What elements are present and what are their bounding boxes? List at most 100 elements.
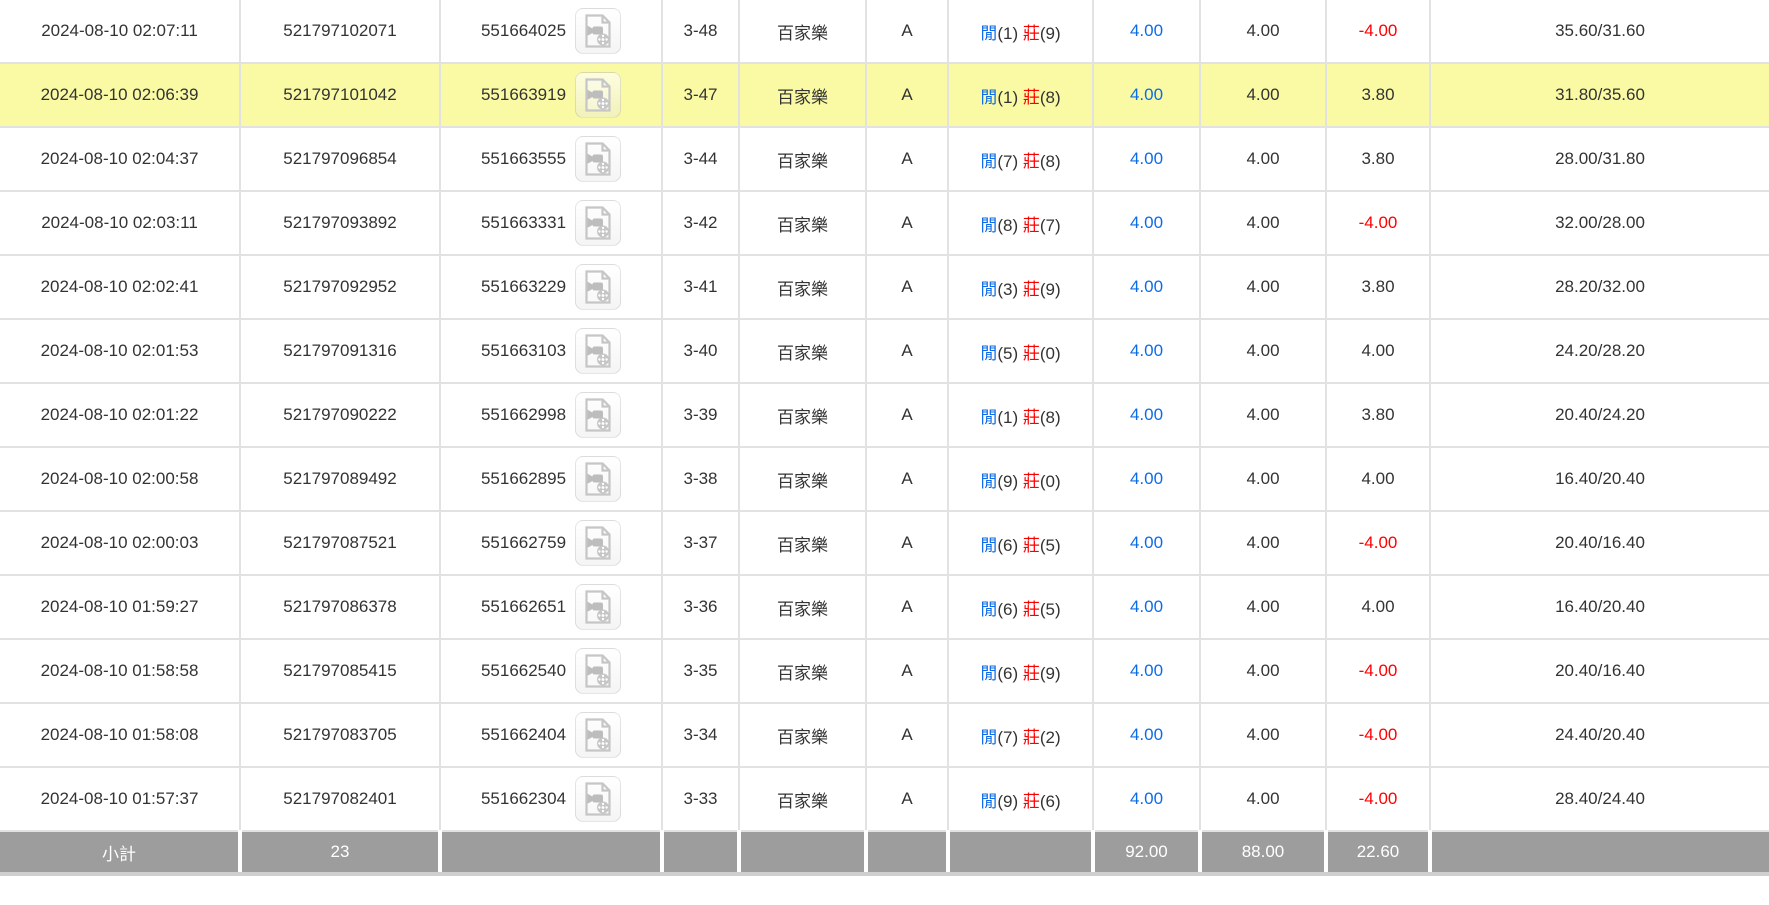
video-file-icon [583, 718, 613, 752]
bet-amount-cell: 4.00 [1093, 0, 1200, 63]
valid-bet-cell: 4.00 [1200, 447, 1326, 511]
result-cell: 閒(7) 莊(8) [948, 127, 1093, 191]
result-cell: 閒(1) 莊(8) [948, 383, 1093, 447]
round-number-cell: 3-48 [662, 0, 739, 63]
banker-result: 莊(9) [1023, 24, 1061, 43]
result-cell: 閒(3) 莊(9) [948, 255, 1093, 319]
video-replay-button[interactable] [575, 584, 621, 630]
game-id-value: 551662895 [481, 469, 566, 489]
bet-id-cell: 521797089492 [240, 447, 440, 511]
banker-result: 莊(6) [1023, 792, 1061, 811]
game-id-cell: 551662998 [440, 383, 662, 447]
round-number-cell: 3-41 [662, 255, 739, 319]
video-replay-button[interactable] [575, 712, 621, 758]
video-file-icon [583, 78, 613, 112]
bet-amount-link[interactable]: 4.00 [1130, 21, 1163, 40]
video-file-icon [583, 334, 613, 368]
player-result: 閒(5) [980, 344, 1018, 363]
game-type-cell: 百家樂 [739, 639, 866, 703]
video-replay-button[interactable] [575, 8, 621, 54]
player-result: 閒(6) [980, 600, 1018, 619]
bet-time-cell: 2024-08-10 02:07:11 [0, 0, 240, 63]
table-row: 2024-08-10 01:58:08 521797083705 5516624… [0, 703, 1769, 767]
video-replay-button[interactable] [575, 520, 621, 566]
round-number-cell: 3-34 [662, 703, 739, 767]
bet-time-cell: 2024-08-10 02:00:58 [0, 447, 240, 511]
table-row: 2024-08-10 02:01:22 521797090222 5516629… [0, 383, 1769, 447]
bet-id-cell: 521797082401 [240, 767, 440, 831]
banker-result: 莊(0) [1023, 472, 1061, 491]
video-replay-button[interactable] [575, 200, 621, 246]
bet-amount-link[interactable]: 4.00 [1130, 533, 1163, 552]
bet-amount-link[interactable]: 4.00 [1130, 405, 1163, 424]
bet-amount-link[interactable]: 4.00 [1130, 597, 1163, 616]
video-replay-button[interactable] [575, 776, 621, 822]
win-loss-cell: -4.00 [1326, 767, 1430, 831]
table-code-cell: A [866, 639, 948, 703]
bet-amount-cell: 4.00 [1093, 383, 1200, 447]
table-code-cell: A [866, 767, 948, 831]
balance-cell: 28.00/31.80 [1430, 127, 1769, 191]
win-loss-cell: 4.00 [1326, 319, 1430, 383]
win-loss-cell: 3.80 [1326, 383, 1430, 447]
balance-cell: 20.40/16.40 [1430, 639, 1769, 703]
win-loss-cell: 3.80 [1326, 127, 1430, 191]
game-id-value: 551663555 [481, 149, 566, 169]
video-replay-button[interactable] [575, 328, 621, 374]
game-type-cell: 百家樂 [739, 191, 866, 255]
video-replay-button[interactable] [575, 136, 621, 182]
bet-amount-link[interactable]: 4.00 [1130, 661, 1163, 680]
bet-amount-link[interactable]: 4.00 [1130, 341, 1163, 360]
bet-amount-cell: 4.00 [1093, 447, 1200, 511]
result-cell: 閒(6) 莊(5) [948, 575, 1093, 639]
bet-amount-cell: 4.00 [1093, 767, 1200, 831]
game-id-cell: 551663103 [440, 319, 662, 383]
game-type-cell: 百家樂 [739, 127, 866, 191]
bet-amount-link[interactable]: 4.00 [1130, 725, 1163, 744]
game-type-cell: 百家樂 [739, 383, 866, 447]
video-replay-button[interactable] [575, 392, 621, 438]
game-id-cell: 551663229 [440, 255, 662, 319]
result-cell: 閒(5) 莊(0) [948, 319, 1093, 383]
result-cell: 閒(6) 莊(9) [948, 639, 1093, 703]
banker-result: 莊(2) [1023, 728, 1061, 747]
bet-id-cell: 521797093892 [240, 191, 440, 255]
bet-amount-link[interactable]: 4.00 [1130, 789, 1163, 808]
valid-bet-cell: 4.00 [1200, 255, 1326, 319]
subtotal-empty-cell [1430, 831, 1769, 872]
bet-amount-cell: 4.00 [1093, 639, 1200, 703]
bet-id-cell: 521797092952 [240, 255, 440, 319]
bet-amount-link[interactable]: 4.00 [1130, 85, 1163, 104]
win-loss-cell: -4.00 [1326, 0, 1430, 63]
bet-amount-link[interactable]: 4.00 [1130, 277, 1163, 296]
game-id-value: 551662759 [481, 533, 566, 553]
valid-bet-cell: 4.00 [1200, 511, 1326, 575]
table-code-cell: A [866, 127, 948, 191]
bet-id-cell: 521797083705 [240, 703, 440, 767]
bet-amount-link[interactable]: 4.00 [1130, 149, 1163, 168]
round-number-cell: 3-39 [662, 383, 739, 447]
bet-amount-link[interactable]: 4.00 [1130, 469, 1163, 488]
video-replay-button[interactable] [575, 264, 621, 310]
game-type-cell: 百家樂 [739, 255, 866, 319]
valid-bet-cell: 4.00 [1200, 703, 1326, 767]
subtotal-empty-cell [948, 831, 1093, 872]
balance-cell: 24.40/20.40 [1430, 703, 1769, 767]
result-cell: 閒(7) 莊(2) [948, 703, 1093, 767]
result-cell: 閒(1) 莊(8) [948, 63, 1093, 127]
round-number-cell: 3-40 [662, 319, 739, 383]
game-id-cell: 551662404 [440, 703, 662, 767]
game-type-cell: 百家樂 [739, 447, 866, 511]
player-result: 閒(9) [980, 792, 1018, 811]
bet-amount-link[interactable]: 4.00 [1130, 213, 1163, 232]
game-id-value: 551662540 [481, 661, 566, 681]
table-code-cell: A [866, 447, 948, 511]
video-replay-button[interactable] [575, 72, 621, 118]
game-id-cell: 551662304 [440, 767, 662, 831]
game-id-cell: 551663555 [440, 127, 662, 191]
balance-cell: 32.00/28.00 [1430, 191, 1769, 255]
video-replay-button[interactable] [575, 456, 621, 502]
game-id-value: 551663229 [481, 277, 566, 297]
video-replay-button[interactable] [575, 648, 621, 694]
subtotal-empty-cell [440, 831, 662, 872]
